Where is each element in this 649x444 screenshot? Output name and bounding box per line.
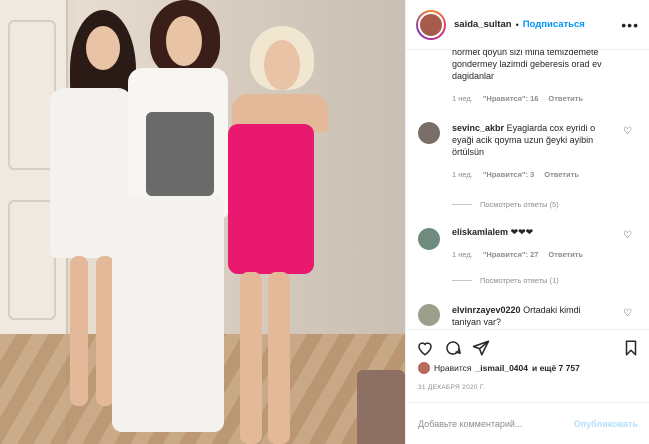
reply-button[interactable]: Ответить xyxy=(548,94,583,103)
reply-button[interactable]: Ответить xyxy=(548,250,583,259)
post-header: saida_sultan • Подписаться ••• xyxy=(406,0,649,50)
instagram-post-view: saida_sultan • Подписаться ••• hormet qo… xyxy=(0,0,649,444)
follow-button[interactable]: Подписаться xyxy=(523,19,585,30)
commenter-avatar[interactable] xyxy=(418,304,440,326)
view-replies-label: Посмотреть ответы (5) xyxy=(480,200,559,209)
comment-age: 1 нед. xyxy=(452,170,473,179)
separator-dot: • xyxy=(515,19,519,30)
comment-likes[interactable]: "Нравится": 3 xyxy=(483,170,534,179)
comment-meta: 1 нед. "Нравится": 16 Ответить xyxy=(452,94,612,103)
door-panel xyxy=(8,200,56,320)
heart-outline-icon[interactable]: ♡ xyxy=(623,230,632,241)
person-middle-corset xyxy=(146,112,214,196)
ellipsis-icon[interactable]: ••• xyxy=(621,17,639,33)
post-date[interactable]: 31 ДЕКАБРЯ 2020 Г. xyxy=(418,384,485,391)
author-avatar[interactable] xyxy=(416,9,446,40)
commenter-avatar[interactable] xyxy=(418,122,440,144)
commenter-username[interactable]: eliskamlalem xyxy=(452,227,508,237)
door-panel xyxy=(8,20,56,170)
likes-prefix: Нравится xyxy=(434,363,472,373)
person-right-leg xyxy=(240,272,262,444)
person-right-pink-dress xyxy=(228,124,314,274)
comment-text: eliskamlalem ❤❤❤ xyxy=(452,226,612,238)
person-left-face xyxy=(86,26,120,70)
bookmark-icon[interactable] xyxy=(622,339,640,357)
comment-text: elvinrzayev0220 Ortadaki kimdi taniyan v… xyxy=(452,304,612,328)
share-send-icon[interactable] xyxy=(472,339,490,357)
post-side-panel: saida_sultan • Подписаться ••• hormet qo… xyxy=(405,0,649,444)
commenter-username[interactable]: elvinrzayev0220 xyxy=(452,305,521,315)
comment-body: eliskamlalem ❤❤❤ 1 нед. "Нравится": 27 О… xyxy=(452,226,612,259)
comments-list[interactable]: hormet qoyun sizi mina temizdemete gonde… xyxy=(406,50,649,330)
like-heart-icon[interactable] xyxy=(416,339,434,357)
comment-age: 1 нед. xyxy=(452,94,473,103)
comment-text: sevinc_akbr Eyaglarda cox eyridi o eyaği… xyxy=(452,122,612,158)
person-right-leg xyxy=(268,272,290,444)
liker-username[interactable]: _ismail_0404 xyxy=(476,363,528,373)
replies-line xyxy=(452,280,472,281)
likes-count[interactable]: и ещё 7 757 xyxy=(532,363,580,373)
person-left-leg xyxy=(70,256,88,406)
author-avatar-image xyxy=(418,11,444,38)
comment-body: hormet qoyun sizi mina temizdemete gonde… xyxy=(452,50,612,103)
add-comment-input[interactable] xyxy=(418,418,574,429)
post-photo[interactable] xyxy=(0,0,405,444)
commenter-username[interactable]: sevinc_akbr xyxy=(452,123,504,133)
commenter-avatar[interactable] xyxy=(418,228,440,250)
comment-age: 1 нед. xyxy=(452,250,473,259)
author-username[interactable]: saida_sultan xyxy=(454,19,512,30)
post-actions-bar xyxy=(406,334,649,362)
liker-avatar[interactable] xyxy=(418,362,430,374)
heart-outline-icon[interactable]: ♡ xyxy=(623,308,632,319)
view-replies[interactable]: Посмотреть ответы (1) xyxy=(452,276,559,285)
person-middle-face xyxy=(166,16,202,66)
likes-summary: Нравится _ismail_0404 и ещё 7 757 xyxy=(418,362,580,374)
comment-meta: 1 нед. "Нравится": 27 Ответить xyxy=(452,250,612,259)
heart-outline-icon[interactable]: ♡ xyxy=(623,126,632,137)
comment-body: elvinrzayev0220 Ortadaki kimdi taniyan v… xyxy=(452,304,612,328)
publish-button[interactable]: Опубликовать xyxy=(574,419,638,429)
comment-body: sevinc_akbr Eyaglarda cox eyridi o eyaği… xyxy=(452,122,612,179)
stool xyxy=(357,370,405,444)
comment-likes[interactable]: "Нравится": 16 xyxy=(483,94,539,103)
add-comment-bar: Опубликовать xyxy=(406,402,649,444)
comment-meta: 1 нед. "Нравится": 3 Ответить xyxy=(452,170,612,179)
person-right-face xyxy=(264,40,300,90)
comment-bubble-icon[interactable] xyxy=(444,339,462,357)
comment-text-content: ❤❤❤ xyxy=(510,227,534,237)
comment-text: hormet qoyun sizi mina temizdemete gonde… xyxy=(452,50,602,81)
view-replies-label: Посмотреть ответы (1) xyxy=(480,276,559,285)
view-replies[interactable]: Посмотреть ответы (5) xyxy=(452,200,559,209)
reply-button[interactable]: Ответить xyxy=(544,170,579,179)
comment-likes[interactable]: "Нравится": 27 xyxy=(483,250,539,259)
replies-line xyxy=(452,204,472,205)
person-middle-white-trousers xyxy=(112,196,224,432)
